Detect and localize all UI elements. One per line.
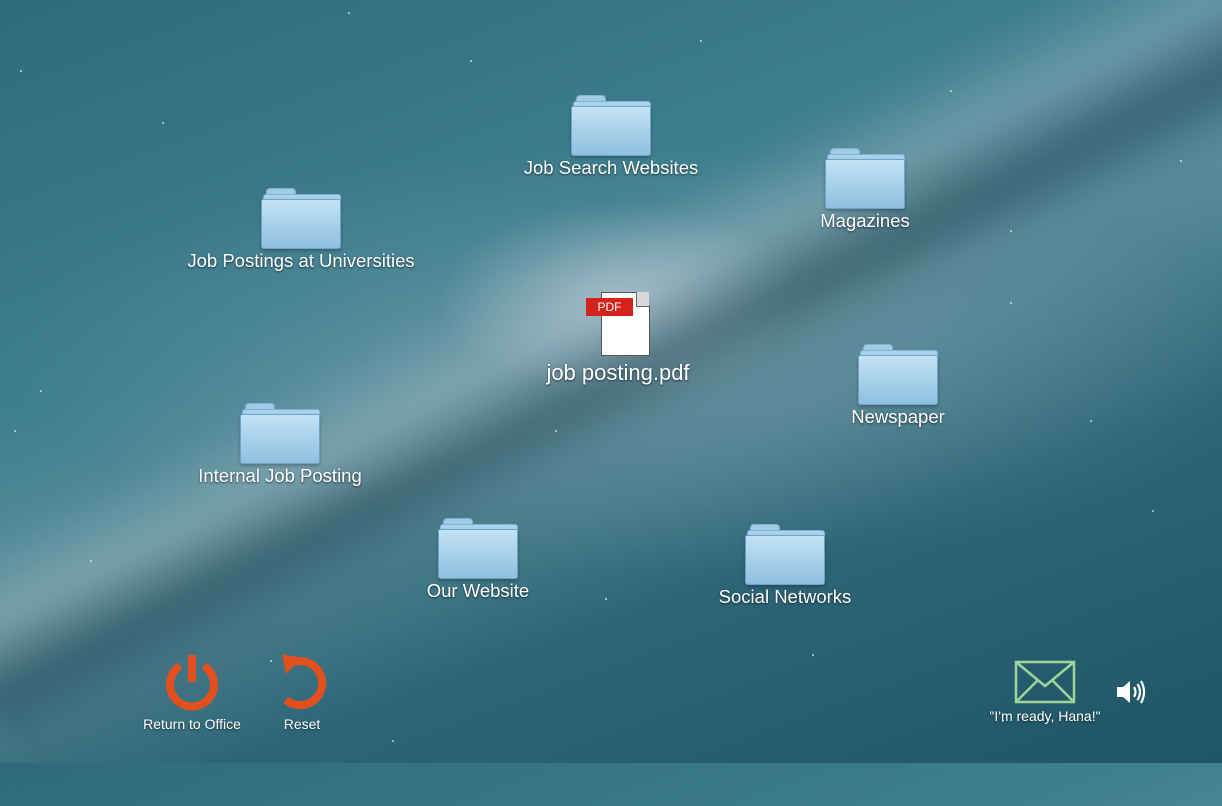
return-to-office-button[interactable]: Return to Office (132, 652, 252, 732)
folder-icon (825, 148, 905, 209)
folder-label: Newspaper (851, 406, 945, 427)
folder-icon (240, 403, 320, 464)
folder-icon (261, 188, 341, 249)
envelope-icon (1014, 660, 1076, 704)
pdf-file-icon: PDF (586, 292, 650, 358)
folder-label: Social Networks (718, 586, 852, 607)
power-icon (166, 655, 218, 711)
folder-label: Our Website (426, 580, 530, 601)
folder-job-postings-at-universities[interactable]: Job Postings at Universities (170, 188, 432, 272)
folder-social-networks[interactable]: Social Networks (685, 524, 885, 608)
sound-toggle[interactable] (1114, 678, 1148, 706)
folder-icon (438, 518, 518, 579)
folder-job-search-websites[interactable]: Job Search Websites (511, 95, 711, 179)
pdf-badge: PDF (586, 298, 633, 316)
folder-label: Internal Job Posting (198, 465, 362, 486)
return-to-office-label: Return to Office (143, 716, 241, 732)
folder-label: Job Search Websites (523, 157, 699, 178)
file-label: job posting.pdf (546, 360, 690, 385)
reset-icon (282, 654, 327, 710)
reset-button[interactable]: Reset (262, 652, 342, 732)
file-job-posting-pdf[interactable]: PDF job posting.pdf (518, 292, 718, 386)
speaker-icon (1117, 680, 1146, 704)
message-label: "I'm ready, Hana!" (989, 708, 1101, 724)
folder-icon (745, 524, 825, 585)
folder-newspaper[interactable]: Newspaper (798, 344, 998, 428)
folder-icon (571, 95, 651, 156)
folder-our-website[interactable]: Our Website (378, 518, 578, 602)
folder-magazines[interactable]: Magazines (765, 148, 965, 232)
folder-label: Job Postings at Universities (187, 250, 415, 271)
folder-icon (858, 344, 938, 405)
folder-label: Magazines (820, 210, 910, 231)
folder-internal-job-posting[interactable]: Internal Job Posting (170, 403, 390, 487)
message-button[interactable]: "I'm ready, Hana!" (975, 660, 1115, 724)
reset-label: Reset (283, 716, 321, 732)
